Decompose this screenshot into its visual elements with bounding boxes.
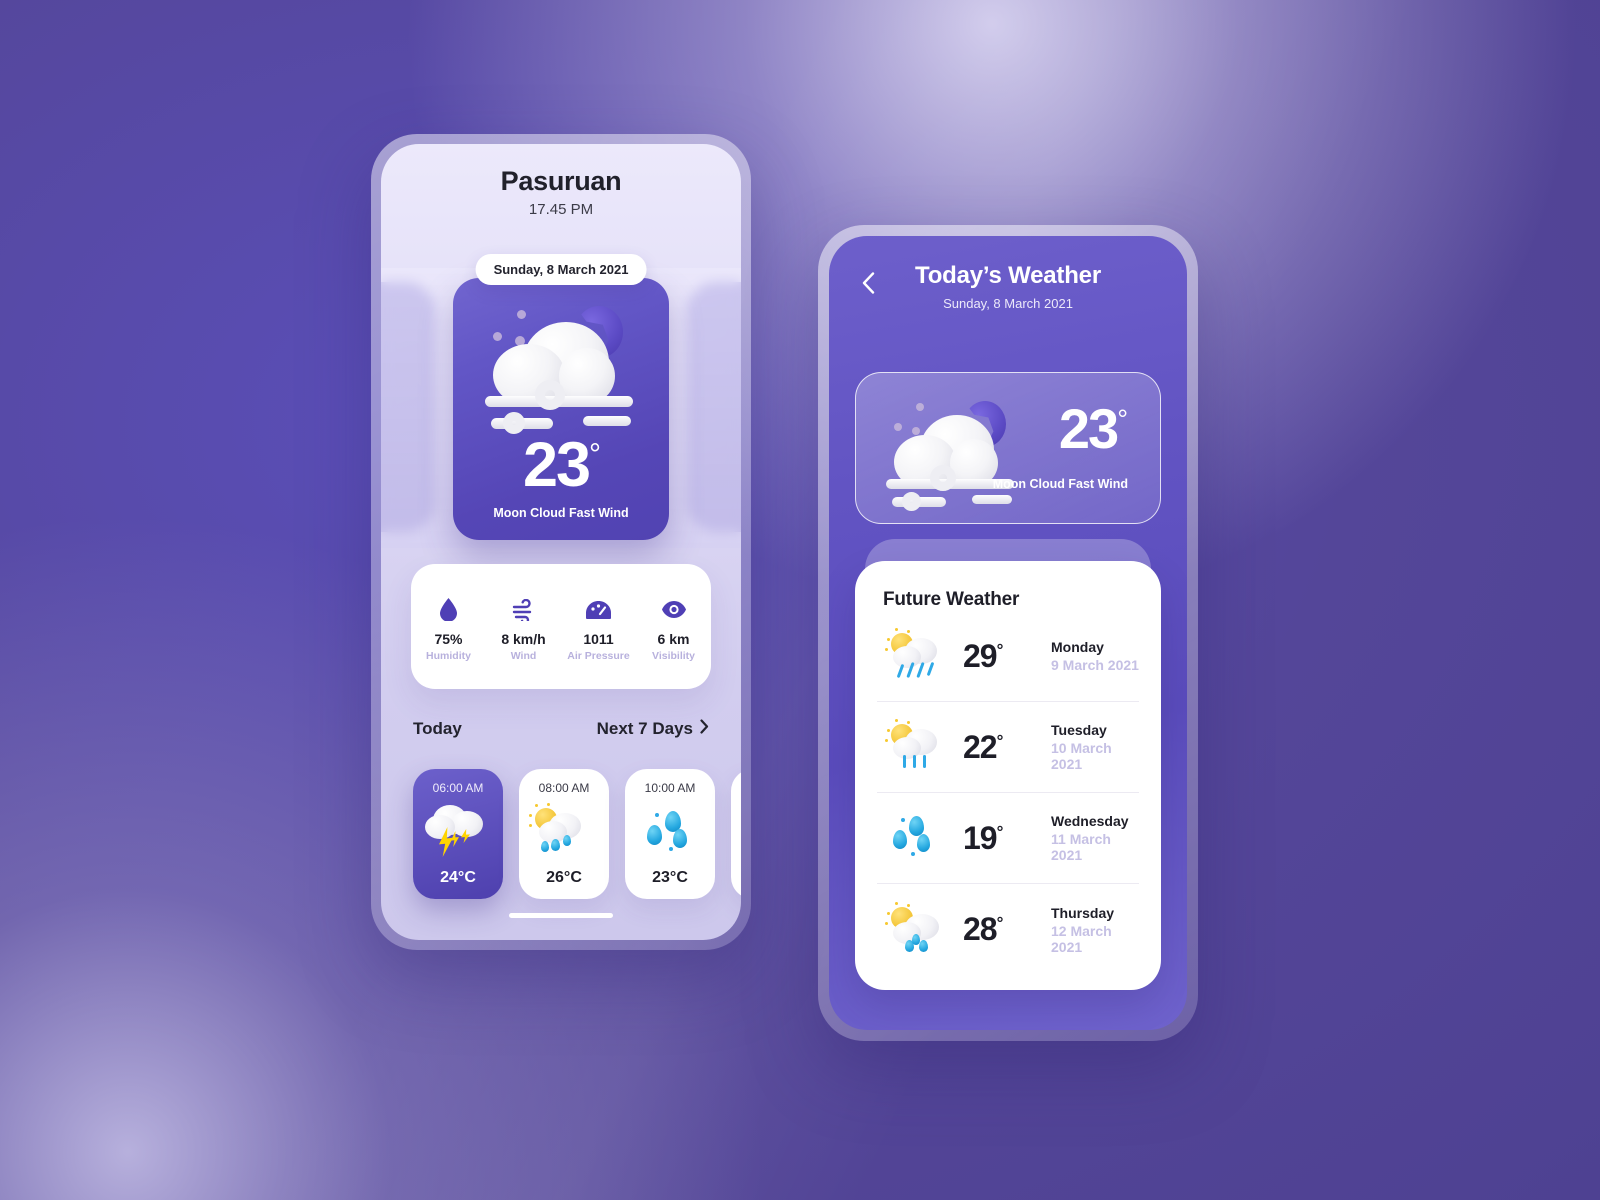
weather-card-carousel[interactable]: Sunday, 8 March 2021 23° Moon Cloud Fast… [381,254,741,548]
phone-home-screen: Pasuruan 17.45 PM Sunday, 8 March 2021 2… [371,134,751,950]
moon-cloud-wind-icon [467,296,657,436]
future-row[interactable]: 29° Monday 9 March 2021 [877,611,1139,702]
home-indicator[interactable] [509,913,613,918]
stat-visibility: 6 km Visibility [636,598,711,662]
stat-value: 1011 [583,630,614,647]
stat-label: Air Pressure [567,649,630,662]
future-day: Wednesday [1051,813,1129,829]
stat-air-pressure: 1011 Air Pressure [561,598,636,662]
today-condition: Moon Cloud Fast Wind [992,477,1128,491]
current-temperature: 23° [522,430,601,501]
hourly-card[interactable]: 10:00 AM 23°C [625,769,715,899]
future-temp: 29° [963,637,1003,674]
sun-cloud-rain-icon [519,803,609,859]
chevron-right-icon [700,719,709,739]
stat-wind: 8 km/h Wind [486,598,561,662]
future-day: Thursday [1051,904,1115,921]
future-weather-panel: Future Weather 29° Monday 9 March 2021 2… [855,561,1161,990]
future-temp: 19° [963,819,1003,856]
today-weather-card[interactable]: 23° Moon Cloud Fast Wind [855,372,1161,524]
today-temperature: 23° [1058,397,1128,460]
background-sheen [0,0,1600,1200]
weather-stats-panel: 75% Humidity 8 km/h Wind 1011 Air Pressu… [411,564,711,689]
sun-cloud-rain-icon [877,901,951,958]
humidity-drop-icon [411,598,486,622]
moon-cloud-wind-icon [872,393,1032,513]
city-name: Pasuruan [500,166,622,196]
future-row[interactable]: 19° Wednesday 11 March 2021 [877,793,1139,884]
current-weather-card[interactable]: 23° Moon Cloud Fast Wind [453,278,669,540]
hourly-card[interactable]: 06:00 AM 24°C [413,769,503,899]
rain-drops-icon [877,810,951,866]
future-day: Monday [1051,639,1104,655]
current-condition: Moon Cloud Fast Wind [493,506,629,520]
future-temp: 28° [963,911,1003,947]
hourly-time: 12:00 PM [731,781,741,795]
hourly-time: 06:00 AM [432,781,484,795]
future-date: 10 March 2021 [1051,740,1112,772]
future-date: 9 March 2021 [1051,657,1139,673]
stat-value: 75% [434,630,463,647]
page-title: Today’s Weather [915,262,1101,289]
rain-drops-icon [625,803,715,859]
current-time: 17.45 PM [528,201,594,218]
next-7-days-link[interactable]: Next 7 Days [597,719,709,739]
future-temp: 22° [963,728,1003,765]
future-date: 11 March 2021 [1051,831,1111,863]
tab-today[interactable]: Today [413,719,462,739]
sun-cloud-rain-icon [877,719,951,775]
next-7-days-label: Next 7 Days [596,719,693,738]
date-pill: Sunday, 8 March 2021 [475,254,647,285]
stat-value: 8 km/h [501,630,546,647]
visibility-eye-icon [636,598,711,622]
home-header: Pasuruan 17.45 PM [381,166,741,218]
forecast-section-header: Today Next 7 Days [413,719,709,739]
hourly-temp: 24°C [440,869,476,886]
stat-value: 6 km [657,630,690,647]
hourly-time: 10:00 AM [644,781,696,795]
thunderstorm-cloud-icon [413,803,503,859]
future-row[interactable]: 28° Thursday 12 March 2021 [877,884,1139,975]
sun-cloud-rain-icon [877,628,951,684]
stat-label: Humidity [426,649,471,662]
air-pressure-gauge-icon [561,598,636,622]
detail-header: Today’s Weather Sunday, 8 March 2021 [829,262,1187,311]
stat-label: Wind [510,649,537,662]
rain-drops-icon [731,803,741,859]
hourly-temp: 23°C [652,869,688,886]
hourly-card[interactable]: 12:00 PM 25°C [731,769,741,899]
future-day: Tuesday [1051,722,1107,738]
future-row[interactable]: 22° Tuesday 10 March 2021 [877,702,1139,793]
hourly-forecast-list[interactable]: 06:00 AM 24°C 08:00 AM 26°C 10:00 AM 23°… [413,769,741,899]
phone-home-viewport: Pasuruan 17.45 PM Sunday, 8 March 2021 2… [381,144,741,940]
future-date: 12 March 2021 [1051,922,1112,955]
phone-detail-screen: Today’s Weather Sunday, 8 March 2021 23°… [818,225,1198,1041]
page-subtitle: Sunday, 8 March 2021 [943,296,1073,311]
wind-icon [486,598,561,622]
stat-humidity: 75% Humidity [411,598,486,662]
hourly-time: 08:00 AM [538,781,590,795]
hourly-card[interactable]: 08:00 AM 26°C [519,769,609,899]
hourly-temp: 26°C [546,869,582,886]
stat-label: Visibility [652,649,695,662]
hourly-temp: 25°C [731,869,741,887]
future-weather-title: Future Weather [883,589,1020,610]
phone-detail-viewport: Today’s Weather Sunday, 8 March 2021 23°… [829,236,1187,1030]
